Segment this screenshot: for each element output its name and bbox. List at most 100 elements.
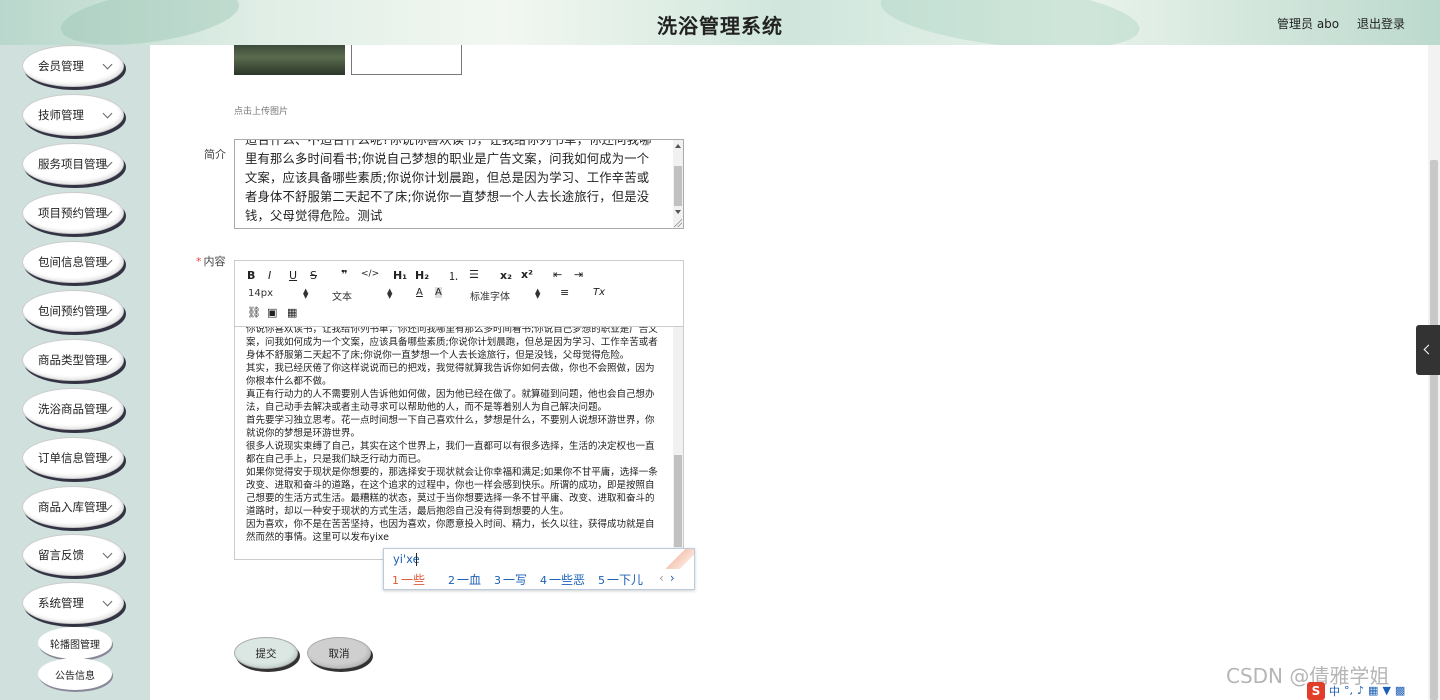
- sidebar-item-label: 商品入库管理: [38, 500, 107, 514]
- clear-format-button[interactable]: Tx: [593, 287, 605, 298]
- ime-candidate-text: 一血: [457, 573, 482, 587]
- content-label: * 内容: [196, 253, 226, 269]
- align-button[interactable]: ≡: [560, 286, 569, 299]
- sidebar-item-order[interactable]: 订单信息管理: [22, 437, 124, 479]
- ime-next-icon[interactable]: ›: [670, 571, 675, 585]
- underline-button[interactable]: U: [289, 269, 297, 282]
- outdent-button[interactable]: ⇤: [553, 268, 562, 281]
- sidebar-item-label: 会员管理: [38, 59, 84, 73]
- scrollbar-thumb[interactable]: [674, 455, 682, 547]
- cancel-button[interactable]: 取消: [307, 637, 371, 669]
- ime-candidate-popup: yi'xe 1 一些 2 一血 3 一写 4 一些恶 5 一下儿 ‹ ›: [383, 548, 695, 590]
- scroll-down-icon[interactable]: [675, 210, 681, 214]
- h1-button[interactable]: H₁: [393, 269, 407, 282]
- editor-scrollbar[interactable]: [673, 327, 683, 559]
- image-button[interactable]: ▣: [267, 306, 277, 319]
- ime-status-bar: S 中 °, ♪ ▦ ▼ ▩: [1307, 681, 1427, 700]
- sidebar-item-technician[interactable]: 技师管理: [22, 94, 124, 136]
- scroll-up-icon[interactable]: [675, 144, 681, 148]
- content-label-text: 内容: [203, 255, 226, 268]
- strike-button[interactable]: S: [310, 269, 317, 282]
- code-button[interactable]: </>: [361, 269, 379, 279]
- font-color-button[interactable]: A: [416, 287, 423, 298]
- scrollbar-thumb[interactable]: [1430, 160, 1438, 700]
- bullet-list-button[interactable]: ☰: [469, 268, 479, 281]
- link-button[interactable]: ⛓: [247, 306, 261, 319]
- background-color-button[interactable]: A: [435, 287, 442, 298]
- sidebar-item-member[interactable]: 会员管理: [22, 45, 124, 87]
- video-button[interactable]: ▦: [287, 306, 297, 319]
- sidebar-item-room-booking[interactable]: 包间预约管理: [22, 290, 124, 332]
- skin-icon[interactable]: ▼: [1382, 684, 1390, 697]
- sidebar-subitem-notice[interactable]: 公告信息: [38, 658, 112, 690]
- ime-candidate[interactable]: 2 一血: [448, 571, 481, 588]
- sidebar-item-label: 技师管理: [38, 108, 84, 122]
- chevron-down-icon: [102, 108, 113, 119]
- toolbox-icon[interactable]: ▩: [1395, 684, 1405, 697]
- chevron-down-icon: [102, 59, 113, 70]
- h2-button[interactable]: H₂: [415, 269, 429, 282]
- sidebar-item-goods[interactable]: 洗浴商品管理: [22, 388, 124, 430]
- chevron-down-icon: [102, 596, 113, 607]
- logout-link[interactable]: 退出登录: [1357, 15, 1405, 32]
- sidebar-item-stock-in[interactable]: 商品入库管理: [22, 486, 124, 528]
- editor-paragraph: 真正有行动力的人不需要别人告诉他如何做，因为他已经在做了。就算碰到问题，他也会自…: [246, 389, 655, 413]
- ime-mode[interactable]: 中: [1329, 683, 1340, 699]
- font-size-value: 14px: [248, 288, 273, 299]
- select-arrows-icon: ▲ ▼: [387, 287, 393, 300]
- sidebar-item-goods-type[interactable]: 商品类型管理: [22, 339, 124, 381]
- ime-decoration: [666, 549, 694, 569]
- sidebar-item-label: 项目预约管理: [38, 206, 107, 220]
- submit-button[interactable]: 提交: [234, 637, 298, 669]
- editor-text: 你说你喜欢读书，让我给你列书单，你还问我哪里有那么多时间看书;你说自己梦想的职业…: [246, 327, 661, 544]
- ime-candidate[interactable]: 4 一些恶: [540, 571, 585, 588]
- editor-content[interactable]: 你说你喜欢读书，让我给你列书单，你还问我哪里有那么多时间看书;你说自己梦想的职业…: [235, 327, 683, 559]
- collapse-panel-button[interactable]: [1416, 325, 1440, 375]
- uploaded-image-thumbnail[interactable]: [234, 45, 345, 75]
- ime-caret: [416, 553, 417, 566]
- sogou-logo-icon[interactable]: S: [1307, 681, 1325, 700]
- resize-handle-icon[interactable]: [674, 219, 682, 227]
- sidebar-item-booking[interactable]: 项目预约管理: [22, 192, 124, 234]
- ime-candidate[interactable]: 3 一写: [494, 571, 527, 588]
- sidebar-item-room-info[interactable]: 包间信息管理: [22, 241, 124, 283]
- editor-toolbar: B I U S ❞ </> H₁ H₂ ⒈ ☰ x₂ x² ⇤ ⇥ 14px ▲ ▼…: [235, 261, 683, 327]
- keyboard-icon[interactable]: ▦: [1368, 684, 1378, 697]
- intro-textarea[interactable]: 适合什么、不适合什么呢?你说你喜欢读书，让我给你列书单，你还问我哪里有那么多时间…: [234, 139, 684, 229]
- sidebar-item-label: 包间预约管理: [38, 304, 107, 318]
- ime-candidate-text: 一下儿: [607, 573, 644, 587]
- ime-punctuation[interactable]: °,: [1344, 684, 1353, 697]
- chevron-left-icon: [1423, 344, 1434, 355]
- ordered-list-button[interactable]: ⒈: [448, 268, 459, 284]
- bold-button[interactable]: B: [247, 269, 255, 282]
- editor-paragraph: 其实，我已经厌倦了你这样说说而已的把戏，我觉得就算我告诉你如何去做，你也不会照做…: [246, 363, 655, 387]
- ime-candidate[interactable]: 1 一些: [392, 571, 425, 588]
- font-size-select[interactable]: 14px ▲ ▼: [248, 288, 308, 300]
- sidebar-item-label: 洗浴商品管理: [38, 402, 107, 416]
- indent-button[interactable]: ⇥: [574, 268, 583, 281]
- rich-text-editor: B I U S ❞ </> H₁ H₂ ⒈ ☰ x₂ x² ⇤ ⇥ 14px ▲ ▼…: [234, 260, 684, 560]
- ime-prev-icon[interactable]: ‹: [659, 571, 664, 585]
- editor-paragraph: 如果你觉得安于现状是你想要的，那选择安于现状就会让你幸福和满足;如果你不甘平庸，…: [246, 467, 658, 517]
- quote-button[interactable]: ❞: [341, 268, 347, 281]
- sidebar-item-feedback[interactable]: 留言反馈: [22, 534, 124, 576]
- microphone-icon[interactable]: ♪: [1357, 684, 1364, 697]
- block-type-value: 文本: [332, 292, 352, 303]
- subscript-button[interactable]: x₂: [500, 269, 512, 282]
- italic-button[interactable]: I: [268, 269, 271, 282]
- intro-scrollbar[interactable]: [673, 140, 683, 228]
- upload-image-box[interactable]: [351, 45, 462, 75]
- sidebar-item-label: 商品类型管理: [38, 353, 107, 367]
- ime-candidate[interactable]: 5 一下儿: [598, 571, 643, 588]
- sidebar-item-system[interactable]: 系统管理: [22, 582, 124, 624]
- superscript-button[interactable]: x²: [521, 268, 533, 281]
- font-family-value: 标准字体: [470, 292, 510, 303]
- sidebar-subitem-carousel[interactable]: 轮播图管理: [38, 627, 112, 659]
- font-family-select[interactable]: 标准字体 ▲ ▼: [470, 288, 540, 304]
- block-type-select[interactable]: 文本 ▲ ▼: [332, 287, 393, 304]
- upload-hint: 点击上传图片: [234, 107, 289, 117]
- scrollbar-thumb[interactable]: [674, 166, 682, 206]
- ime-candidate-number: 1: [392, 574, 399, 587]
- sidebar-item-label: 留言反馈: [38, 548, 84, 562]
- sidebar-item-service[interactable]: 服务项目管理: [22, 143, 124, 185]
